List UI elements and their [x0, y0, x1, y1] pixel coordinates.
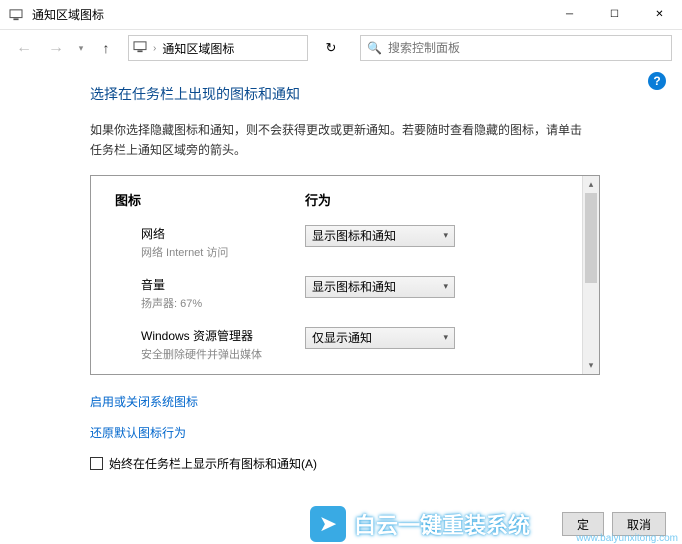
monitor-icon — [8, 7, 24, 23]
chevron-down-icon: ▾ — [443, 281, 448, 292]
chevron-down-icon: ▾ — [443, 230, 448, 241]
ok-button[interactable]: 定 — [562, 512, 604, 536]
column-header-behavior: 行为 — [305, 190, 331, 209]
row-subtitle: 扬声器: 67% — [141, 295, 305, 311]
breadcrumb[interactable]: 通知区域图标 — [162, 40, 234, 57]
history-dropdown[interactable]: ▾ — [74, 43, 88, 54]
row-subtitle: 安全删除硬件并弹出媒体 — [141, 346, 305, 362]
table-row: 网络 网络 Internet 访问 显示图标和通知 ▾ — [115, 225, 574, 260]
search-input[interactable] — [388, 41, 665, 55]
window-title: 通知区域图标 — [32, 6, 547, 23]
nav-bar: ← → ▾ ↑ › 通知区域图标 ↻ 🔍 — [0, 30, 682, 66]
scroll-thumb[interactable] — [585, 193, 597, 283]
refresh-button[interactable]: ↻ — [316, 35, 346, 61]
always-show-checkbox[interactable] — [90, 457, 103, 470]
behavior-dropdown[interactable]: 显示图标和通知 ▾ — [305, 276, 455, 298]
help-icon[interactable]: ? — [648, 72, 666, 90]
forward-button: → — [42, 34, 70, 62]
row-title: 网络 — [141, 225, 305, 242]
watermark-logo-icon: ➤ — [310, 506, 346, 542]
behavior-dropdown[interactable]: 仅显示通知 ▾ — [305, 327, 455, 349]
chevron-down-icon: ▾ — [443, 332, 448, 343]
close-button[interactable]: ✕ — [637, 0, 682, 30]
search-box[interactable]: 🔍 — [360, 35, 672, 61]
minimize-button[interactable]: ─ — [547, 0, 592, 30]
search-icon: 🔍 — [367, 41, 382, 55]
always-show-label: 始终在任务栏上显示所有图标和通知(A) — [109, 455, 317, 472]
scrollbar[interactable]: ▴ ▾ — [582, 176, 599, 374]
row-subtitle: 网络 Internet 访问 — [141, 244, 305, 260]
scroll-up-button[interactable]: ▴ — [583, 176, 599, 193]
table-row: Windows 资源管理器 安全删除硬件并弹出媒体 仅显示通知 ▾ — [115, 327, 574, 362]
location-icon — [133, 41, 147, 56]
scroll-down-button[interactable]: ▾ — [583, 357, 599, 374]
address-bar[interactable]: › 通知区域图标 — [128, 35, 308, 61]
page-description: 如果你选择隐藏图标和通知，则不会获得更改或更新通知。若要随时查看隐藏的图标，请单… — [90, 120, 590, 161]
restore-defaults-link[interactable]: 还原默认图标行为 — [90, 424, 656, 441]
cancel-button[interactable]: 取消 — [612, 512, 666, 536]
chevron-right-icon: › — [153, 43, 156, 54]
page-heading: 选择在任务栏上出现的图标和通知 — [90, 84, 656, 104]
title-bar: 通知区域图标 ─ ☐ ✕ — [0, 0, 682, 30]
up-button[interactable]: ↑ — [92, 34, 120, 62]
watermark-brand: 白云一键重装系统 — [354, 508, 530, 540]
back-button[interactable]: ← — [10, 34, 38, 62]
table-row: 音量 扬声器: 67% 显示图标和通知 ▾ — [115, 276, 574, 311]
icons-panel: 图标 行为 网络 网络 Internet 访问 显示图标和通知 ▾ 音量 扬声器… — [90, 175, 600, 375]
row-title: Windows 资源管理器 — [141, 327, 305, 344]
row-title: 音量 — [141, 276, 305, 293]
toggle-system-icons-link[interactable]: 启用或关闭系统图标 — [90, 393, 656, 410]
column-header-icon: 图标 — [115, 190, 305, 209]
content-area: ? 选择在任务栏上出现的图标和通知 如果你选择隐藏图标和通知，则不会获得更改或更… — [0, 66, 682, 482]
behavior-dropdown[interactable]: 显示图标和通知 ▾ — [305, 225, 455, 247]
maximize-button[interactable]: ☐ — [592, 0, 637, 30]
